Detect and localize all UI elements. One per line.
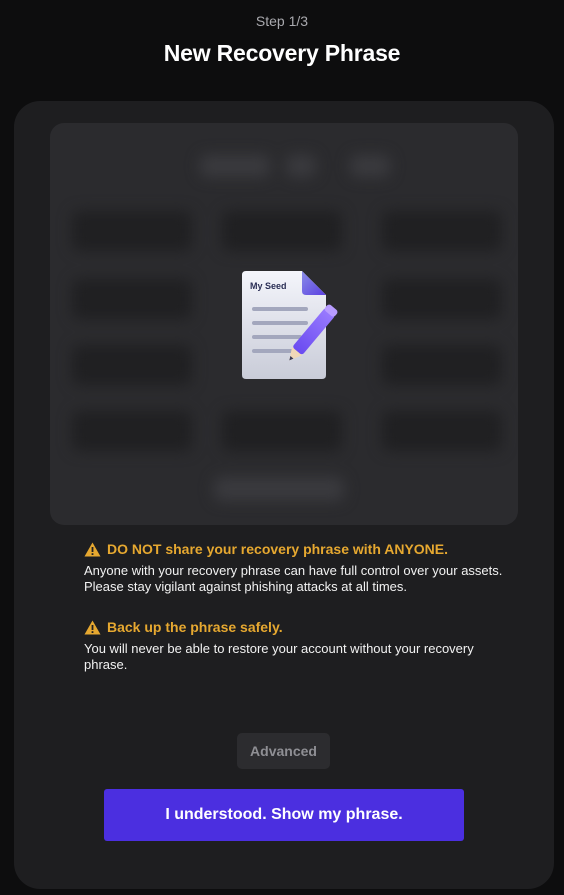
warning-do-not-share: DO NOT share your recovery phrase with A…: [84, 541, 504, 595]
step-indicator: Step 1/3: [255, 13, 309, 29]
warning-title: Back up the phrase safely.: [107, 619, 283, 635]
seed-document-pencil-icon: My Seed: [242, 271, 338, 379]
warning-body: Anyone with your recovery phrase can hav…: [84, 563, 503, 594]
warning-body: You will never be able to restore your a…: [84, 641, 474, 672]
warning-title: DO NOT share your recovery phrase with A…: [107, 541, 449, 557]
warnings-list: DO NOT share your recovery phrase with A…: [84, 541, 504, 697]
warning-triangle-icon: [84, 542, 101, 556]
warning-triangle-icon: [84, 620, 101, 634]
seed-icon-label: My Seed: [250, 281, 287, 291]
page-title: New Recovery Phrase: [163, 40, 401, 66]
show-phrase-button[interactable]: I understood. Show my phrase.: [104, 789, 464, 841]
blurred-phrase-panel[interactable]: My Seed: [50, 123, 518, 525]
recovery-phrase-card: My Seed DO NOT share your recovery phras…: [14, 101, 554, 889]
warning-back-up: Back up the phrase safely. You will neve…: [84, 619, 504, 673]
advanced-button[interactable]: Advanced: [237, 733, 330, 769]
